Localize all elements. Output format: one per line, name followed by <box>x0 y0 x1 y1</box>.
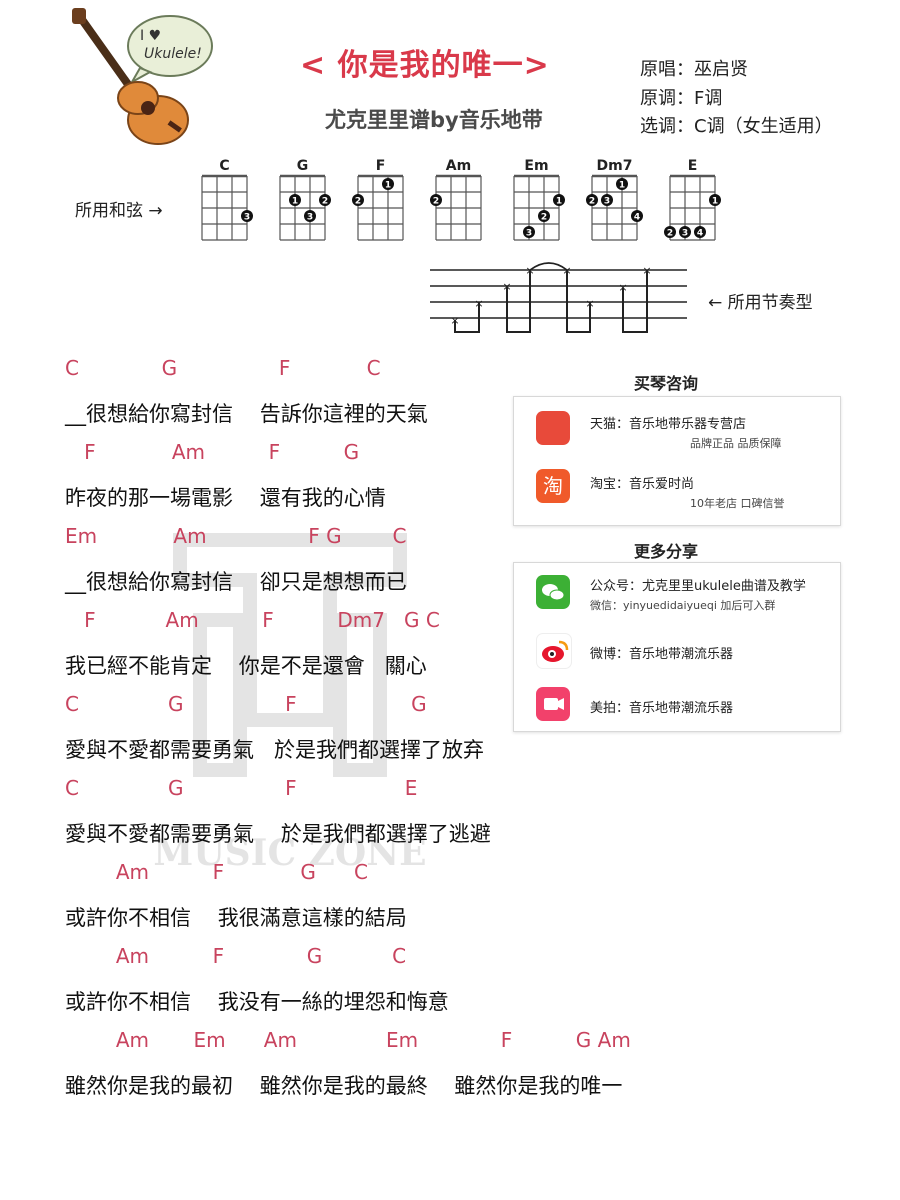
chord-line: Am F G C <box>65 944 407 968</box>
lyric-line: 雖然你是我的最初 雖然你是我的最終 雖然你是我的唯一 <box>65 1074 623 1098</box>
chord-line: Am Em Am Em F G Am <box>65 1028 631 1052</box>
lyric-line: 我已經不能肯定 你是不是還會 關心 <box>65 654 427 678</box>
finger-number: 3 <box>526 229 532 239</box>
lyric-line: 或許你不相信 我很滿意這樣的結局 <box>65 906 407 930</box>
shop-name: 天猫：音乐地带乐器专营店 <box>590 417 747 432</box>
chord-name: G <box>297 158 309 174</box>
lyric-line: __很想給你寫封信 卻只是想想而已 <box>65 570 407 594</box>
share-wechat[interactable]: 公众号：尤克里里ukulele曲谱及教学 微信：yinyuedidaiyueqi… <box>514 563 840 623</box>
svg-text:×: × <box>642 264 651 277</box>
finger-number: 3 <box>244 213 250 223</box>
chord-name: Am <box>446 158 471 174</box>
finger-number: 2 <box>589 197 595 207</box>
finger-number: 4 <box>634 213 640 223</box>
finger-number: 4 <box>697 229 703 239</box>
finger-number: 1 <box>619 181 625 191</box>
weibo-icon <box>536 633 572 669</box>
share-panel: 公众号：尤克里里ukulele曲谱及教学 微信：yinyuedidaiyueqi… <box>513 562 841 732</box>
chord-diagram-dm7: Dm7 1 2 3 4 <box>586 158 643 241</box>
finger-number: 2 <box>322 197 328 207</box>
finger-number: 3 <box>307 213 313 223</box>
chord-line: C G F E <box>65 776 418 800</box>
finger-number: 1 <box>556 197 562 207</box>
finger-number: 2 <box>355 197 361 207</box>
wechat-icon <box>536 575 570 609</box>
chord-line: Am F G C <box>65 860 368 884</box>
ukulele-logo-icon: I ♥ Ukulele! <box>72 8 213 145</box>
svg-text:Ukulele!: Ukulele! <box>144 46 202 62</box>
finger-number: 3 <box>682 229 688 239</box>
chord-name: E <box>688 158 698 174</box>
original-key: 原调：F调 <box>640 88 723 109</box>
svg-text:I ♥: I ♥ <box>140 28 161 44</box>
finger-number: 1 <box>385 181 391 191</box>
chord-line: F Am F Dm7 G C <box>65 608 440 632</box>
svg-text:×: × <box>474 297 483 310</box>
rhythm-pattern: × × × × × × × × <box>430 262 687 333</box>
share-name: 公众号：尤克里里ukulele曲谱及教学 <box>590 579 806 594</box>
lyric-line: 愛與不愛都需要勇氣 於是我們都選擇了逃避 <box>65 822 491 846</box>
chord-diagram-g: G 1 23 <box>279 158 331 241</box>
chord-diagrams: C3G1 23F12Am2Em123Dm712 34E12 3 4 <box>201 158 721 241</box>
lyric-line: 昨夜的那一場電影 還有我的心情 <box>65 486 386 510</box>
chord-diagram-e: E 1 2 3 4 <box>664 158 721 241</box>
chord-diagram-am: Am 2 <box>430 158 482 241</box>
chords-label: 所用和弦 → <box>75 201 163 221</box>
shop-taobao[interactable]: 淘 淘宝：音乐爱时尚 10年老店 口碑信誉 <box>514 461 840 525</box>
svg-text:×: × <box>525 264 534 277</box>
chord-diagram-em: Em 123 <box>513 158 565 241</box>
song-subtitle: 尤克里里谱by音乐地带 <box>325 108 543 132</box>
share-sub: 微信：yinyuedidaiyueqi 加后可入群 <box>590 599 776 612</box>
selected-key: 选调：C调（女生适用） <box>640 116 833 137</box>
chord-name: C <box>219 158 229 174</box>
share-name: 微博：音乐地带潮流乐器 <box>590 647 734 662</box>
chord-name: F <box>376 158 386 174</box>
share-weibo[interactable]: 微博：音乐地带潮流乐器 <box>514 625 840 675</box>
ukulele-logo: I ♥ Ukulele! <box>70 8 220 148</box>
chord-line: Em Am F G C <box>65 524 407 548</box>
chord-name: Em <box>524 158 548 174</box>
meipai-icon <box>536 687 570 721</box>
shop-name: 淘宝：音乐爱时尚 <box>590 477 695 492</box>
chord-diagram-f: F 1 2 <box>352 158 404 241</box>
lyric-line: __很想給你寫封信 告訴你這裡的天氣 <box>65 402 428 426</box>
lyric-line: 或許你不相信 我没有一絲的埋怨和悔意 <box>65 990 449 1014</box>
svg-text:×: × <box>502 280 511 293</box>
buy-panel: 天猫：音乐地带乐器专营店 品牌正品 品质保障 淘 淘宝：音乐爱时尚 10年老店 … <box>513 396 841 526</box>
finger-number: 2 <box>667 229 673 239</box>
share-meipai[interactable]: 美拍：音乐地带潮流乐器 <box>514 681 840 731</box>
share-name: 美拍：音乐地带潮流乐器 <box>590 701 734 716</box>
rhythm-label: ← 所用节奏型 <box>708 293 813 313</box>
chord-line: F Am F G <box>65 440 360 464</box>
chord-line: C G F G <box>65 692 427 716</box>
lyric-line: 愛與不愛都需要勇氣 於是我們都選擇了放弃 <box>65 738 485 762</box>
chord-diagram-c: C3 <box>201 158 253 241</box>
svg-text:×: × <box>562 264 571 277</box>
taobao-icon: 淘 <box>536 469 570 503</box>
shop-sub: 品牌正品 品质保障 <box>690 437 782 450</box>
tmall-icon <box>536 411 570 445</box>
original-singer: 原唱：巫启贤 <box>640 59 748 80</box>
shop-sub: 10年老店 口碑信誉 <box>690 497 785 510</box>
finger-number: 2 <box>541 213 547 223</box>
finger-number: 1 <box>292 197 298 207</box>
finger-number: 1 <box>712 197 718 207</box>
chord-name: Dm7 <box>597 158 633 174</box>
shop-tmall[interactable]: 天猫：音乐地带乐器专营店 品牌正品 品质保障 <box>514 397 840 461</box>
song-title: < 你是我的唯一> <box>300 48 550 83</box>
svg-text:×: × <box>450 314 459 327</box>
buy-section-title: 买琴咨询 <box>634 374 699 393</box>
finger-number: 2 <box>433 197 439 207</box>
svg-text:×: × <box>585 297 594 310</box>
finger-number: 3 <box>604 197 610 207</box>
share-section-title: 更多分享 <box>634 542 699 561</box>
svg-text:×: × <box>618 281 627 294</box>
chord-line: C G F C <box>65 356 381 380</box>
